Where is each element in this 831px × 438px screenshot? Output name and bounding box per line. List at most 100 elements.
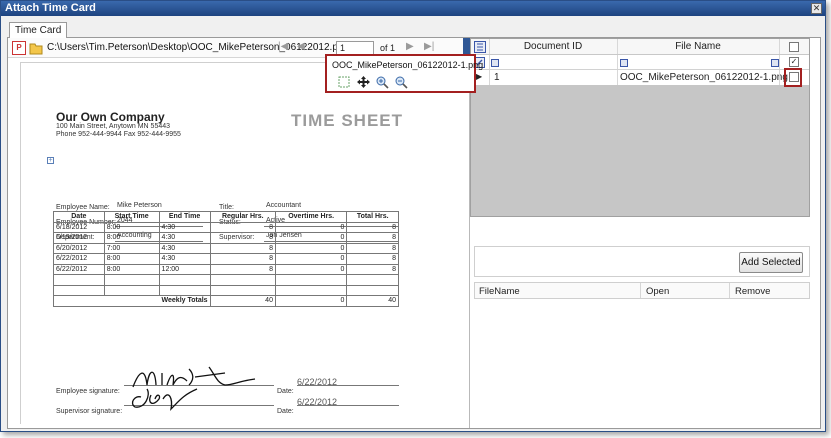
column-remove[interactable]: Remove	[735, 286, 770, 297]
cell-regular: 8	[209, 253, 276, 265]
pdf-icon[interactable]: P	[12, 41, 26, 55]
table-row: 6/19/2012 8:00 4:30 8 0 8	[53, 232, 399, 244]
time-table: Date Start Time End Time Regular Hrs. Ov…	[53, 211, 399, 307]
empty-cell	[346, 284, 399, 296]
cell-overtime: 0	[274, 253, 348, 265]
window-titlebar: Attach Time Card ✕	[1, 1, 825, 16]
table-row: 6/22/2012 8:00 12:00 8 0 8	[53, 263, 399, 275]
tab-time-card[interactable]: Time Card	[9, 22, 68, 38]
row-file-name[interactable]: OOC_MikePeterson_06122012-1.png	[620, 72, 788, 83]
close-icon[interactable]: ✕	[811, 3, 822, 14]
company-address: 100 Main Street, Anytown MN 55443	[56, 123, 171, 130]
employee-name-label: Employee Name:	[56, 204, 110, 211]
attach-time-card-window: Attach Time Card ✕ Time Card P C:\Users\…	[0, 0, 826, 432]
filter-checkbox[interactable]: ✓	[789, 57, 799, 67]
select-icon[interactable]	[337, 75, 352, 89]
grid-header: Document ID File Name	[471, 39, 809, 55]
empty-cell	[274, 284, 348, 296]
next-page-button[interactable]: ▶	[406, 41, 414, 52]
column-file-name[interactable]: File Name	[617, 41, 779, 52]
cell-regular: 8	[209, 221, 276, 233]
expand-icon[interactable]: +	[47, 157, 54, 164]
window-title: Attach Time Card	[5, 2, 96, 14]
row-indicator-icon: ▶	[476, 72, 483, 81]
page-number-input[interactable]: 1	[336, 41, 374, 55]
employee-date-label: Date:	[277, 388, 294, 395]
zoom-out-icon[interactable]	[394, 75, 409, 89]
col-regular-hrs: Regular Hrs.	[209, 211, 276, 223]
cell-date: 6/22/2012	[53, 263, 105, 275]
popup-filename: OOC_MikePeterson_06122012-1.png	[332, 60, 484, 70]
empty-cell	[158, 274, 211, 286]
table-row[interactable]: ▶ 1 OOC_MikePeterson_06122012-1.png	[471, 70, 809, 85]
empty-cell	[53, 284, 105, 296]
row-document-id[interactable]: 1	[494, 72, 500, 83]
table-row-empty	[53, 274, 399, 286]
cell-end: 4:30	[158, 232, 211, 244]
totals-row: Weekly Totals 40 0 40	[53, 295, 399, 307]
cell-end: 4:30	[158, 242, 211, 254]
zoom-in-icon[interactable]	[375, 75, 390, 89]
column-open[interactable]: Open	[646, 286, 669, 297]
cell-total: 8	[346, 253, 399, 265]
cell-total: 8	[346, 221, 399, 233]
col-end-time: End Time	[158, 211, 211, 223]
time-sheet-page: Our Own Company 100 Main Street, Anytown…	[20, 62, 445, 424]
total-total: 40	[346, 295, 399, 307]
cell-overtime: 0	[274, 263, 348, 275]
title-label: Title:	[219, 204, 234, 211]
supervisor-signature-image	[131, 388, 198, 411]
cell-date: 6/20/2012	[53, 242, 105, 254]
empty-cell	[53, 274, 105, 286]
add-selected-button[interactable]: Add Selected	[739, 252, 803, 273]
filter-document-id-icon[interactable]	[491, 59, 499, 67]
company-phone: Phone 952-444-9944 Fax 952-444-9955	[56, 131, 181, 138]
cell-overtime: 0	[274, 232, 348, 244]
filter-file-name-icon[interactable]	[620, 59, 628, 67]
folder-icon[interactable]	[29, 41, 43, 55]
table-row-empty	[53, 284, 399, 296]
pan-icon[interactable]	[356, 75, 371, 89]
weekly-totals-label: Weekly Totals	[53, 295, 211, 307]
cell-start: 8:00	[103, 263, 160, 275]
empty-cell	[103, 274, 160, 286]
document-grid: Document ID File Name ✓ ▶ 1 OOC_MikePete…	[470, 38, 810, 217]
first-page-button[interactable]: |◀	[278, 41, 288, 52]
cell-regular: 8	[209, 232, 276, 244]
last-page-button[interactable]: ▶|	[424, 41, 434, 52]
grid-filter-row: ✓	[471, 55, 809, 70]
empty-cell	[274, 274, 348, 286]
document-viewer: P C:\Users\Tim.Peterson\Desktop\OOC_Mike…	[8, 38, 483, 428]
column-filename[interactable]: FileName	[479, 286, 520, 297]
empty-cell	[158, 284, 211, 296]
cell-regular: 8	[209, 242, 276, 254]
cell-regular: 8	[209, 263, 276, 275]
empty-cell	[209, 284, 276, 296]
column-document-id[interactable]: Document ID	[489, 41, 617, 52]
cell-end: 12:00	[158, 263, 211, 275]
col-overtime-hrs: Overtime Hrs.	[274, 211, 348, 223]
col-total-hrs: Total Hrs.	[346, 211, 399, 223]
cell-start: 8:00	[103, 232, 160, 244]
empty-cell	[346, 274, 399, 286]
attachments-header: FileName Open Remove	[474, 282, 810, 299]
supervisor-date-line	[297, 405, 399, 406]
filter-select-icon[interactable]	[771, 59, 779, 67]
cell-start: 8:00	[103, 253, 160, 265]
page-count: of 1	[380, 43, 396, 53]
company-name: Our Own Company	[56, 110, 165, 124]
supervisor-date-label: Date:	[277, 408, 294, 415]
right-panel: Document ID File Name ✓ ▶ 1 OOC_MikePete…	[470, 38, 820, 428]
select-all-checkbox[interactable]	[789, 42, 799, 52]
column-chooser-icon[interactable]	[474, 41, 486, 53]
cell-total: 8	[346, 263, 399, 275]
table-row: 6/20/2012 7:00 4:30 8 0 8	[53, 242, 399, 254]
cell-end: 4:30	[158, 253, 211, 265]
prev-page-button[interactable]: ◀	[297, 41, 305, 52]
cell-date: 6/19/2012	[53, 232, 105, 244]
cell-end: 4:30	[158, 221, 211, 233]
cell-overtime: 0	[274, 242, 348, 254]
cell-overtime: 0	[274, 221, 348, 233]
highlight-box	[784, 68, 802, 87]
employee-signature-label: Employee signature:	[56, 388, 120, 395]
